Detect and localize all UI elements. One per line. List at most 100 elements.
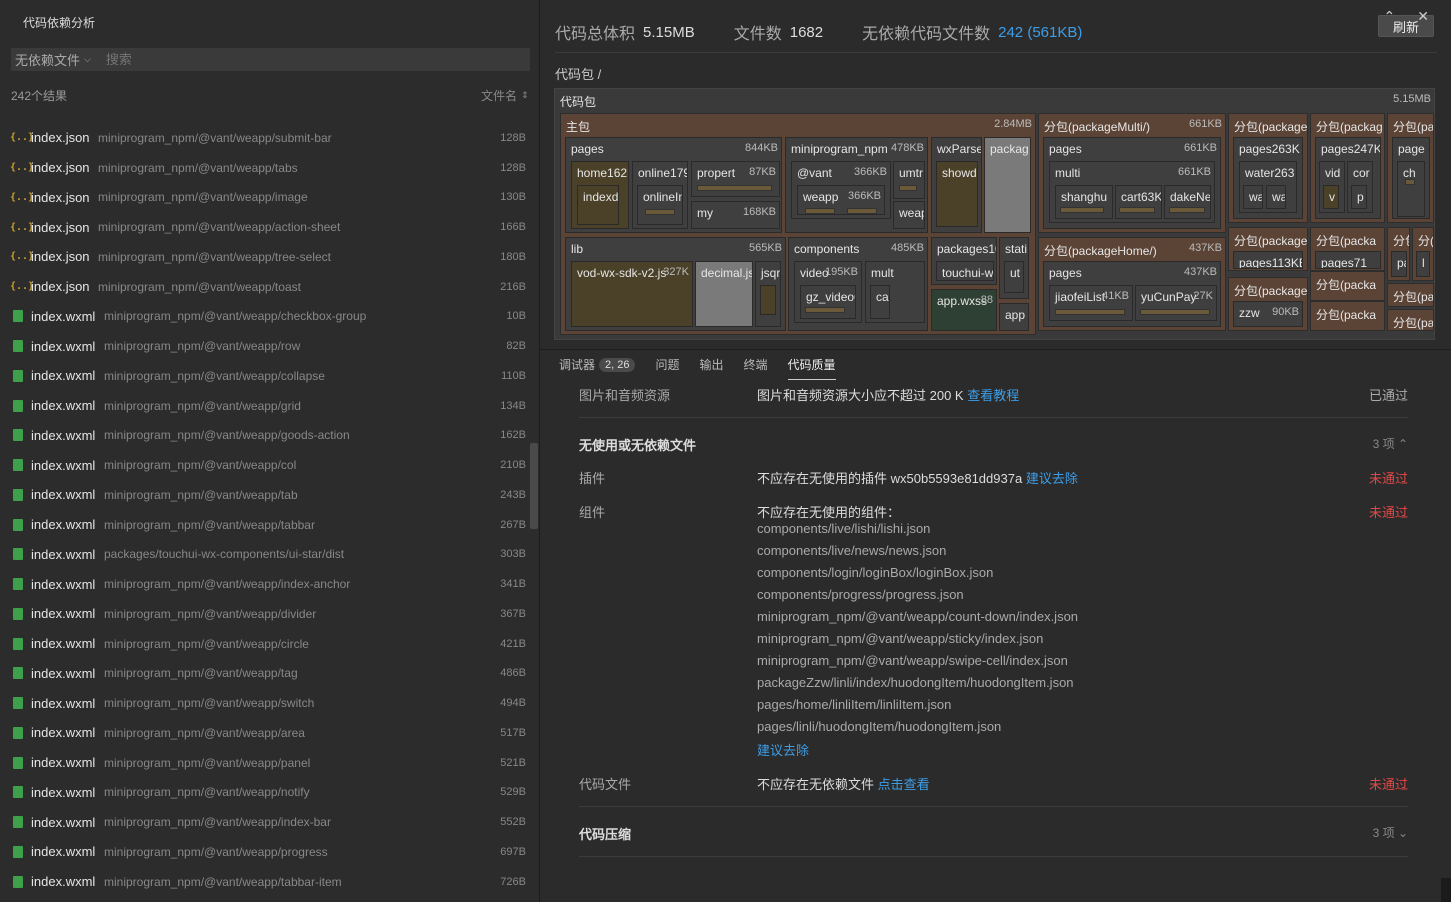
- treemap-node[interactable]: propert 87KB: [691, 161, 780, 197]
- treemap-node[interactable]: wa: [1243, 185, 1263, 209]
- file-row[interactable]: index.wxml miniprogram_npm/@vant/weapp/ta…: [0, 867, 530, 897]
- node-label: v: [1329, 190, 1335, 204]
- panel-title: 代码依赖分析: [23, 16, 96, 30]
- node-size: 88: [980, 294, 993, 306]
- scrollbar[interactable]: [530, 443, 538, 529]
- file-size: 267B: [500, 518, 526, 531]
- file-row[interactable]: {..} index.json miniprogram_npm/@vant/weap…: [0, 272, 530, 302]
- tab-code-quality[interactable]: 代码质量: [787, 356, 836, 380]
- section-unused[interactable]: 无使用或无依赖文件 3 项 ⌃: [579, 435, 1408, 454]
- treemap-node[interactable]: p: [1351, 185, 1367, 209]
- file-path: miniprogram_npm/@vant/weapp/collapse: [104, 368, 325, 383]
- treemap-node[interactable]: dakeNe: [1164, 185, 1211, 219]
- treemap-bar: [1169, 207, 1205, 213]
- treemap-node[interactable]: jiaofeiList 41KB: [1049, 285, 1133, 321]
- section-compress[interactable]: 代码压缩 3 项 ⌄: [579, 824, 1408, 843]
- treemap-node[interactable]: cart63K: [1115, 185, 1162, 219]
- file-row[interactable]: index.wxml miniprogram_npm/@vant/weapp/pr…: [0, 837, 530, 867]
- treemap-node[interactable]: pages71: [1315, 251, 1381, 269]
- file-row[interactable]: {..} index.json miniprogram_npm/@vant/weap…: [0, 212, 530, 242]
- treemap-node[interactable]: decimal.js: [695, 261, 753, 327]
- treemap-node[interactable]: ut: [1004, 261, 1024, 293]
- treemap-node[interactable]: yuCunPay 27K: [1135, 285, 1217, 321]
- tab-debugger[interactable]: 调试器 2, 26: [559, 356, 636, 373]
- file-row[interactable]: index.wxml miniprogram_npm/@vant/weapp/go…: [0, 421, 530, 451]
- file-name: index.wxml: [31, 695, 96, 711]
- treemap-node[interactable]: my 168KB: [691, 201, 780, 229]
- file-row[interactable]: {..} index.json miniprogram_npm/@vant/weap…: [0, 153, 530, 183]
- treemap-node[interactable]: vod-wx-sdk-v2.js 327K: [571, 261, 693, 327]
- close-icon[interactable]: ✕: [1417, 8, 1429, 25]
- file-path: miniprogram_npm/@vant/weapp/toast: [98, 279, 301, 294]
- treemap-node[interactable]: wa: [1266, 185, 1286, 209]
- file-row[interactable]: index.wxml miniprogram_npm/@vant/weapp/in…: [0, 569, 530, 599]
- remove-link[interactable]: 建议去除: [757, 740, 809, 759]
- chevron-up-icon[interactable]: ⌃: [1384, 8, 1396, 25]
- treemap-node[interactable]: ch: [1397, 161, 1425, 217]
- node-size: 565KB: [748, 242, 782, 254]
- file-row[interactable]: index.wxml miniprogram_npm/@vant/weapp/in…: [0, 807, 530, 837]
- file-row[interactable]: {..} index.json miniprogram_npm/@vant/weap…: [0, 242, 530, 272]
- file-row[interactable]: {..} index.json miniprogram_npm/@vant/weap…: [0, 123, 530, 153]
- filter-select[interactable]: 无依赖文件 ⌵: [11, 50, 96, 69]
- file-row[interactable]: index.wxml miniprogram_npm/@vant/weapp/di…: [0, 599, 530, 629]
- file-row[interactable]: index.wxml miniprogram_npm/@vant/weapp/sw…: [0, 688, 530, 718]
- treemap-node[interactable]: gz_video6: [800, 285, 856, 319]
- file-row[interactable]: index.wxml miniprogram_npm/@vant/weapp/gr…: [0, 391, 530, 421]
- component-path: pages/home/linliItem/linliItem.json: [757, 697, 952, 712]
- treemap-node[interactable]: pages113KB: [1233, 251, 1303, 269]
- file-row[interactable]: index.wxml miniprogram_npm/@vant/weapp/no…: [0, 778, 530, 808]
- file-row[interactable]: index.wxml miniprogram_npm/@vant/weapp/pa…: [0, 748, 530, 778]
- file-path: miniprogram_npm/@vant/weapp/goods-action: [104, 428, 350, 443]
- treemap-node[interactable]: umtr: [893, 161, 925, 199]
- file-row[interactable]: index.wxml miniprogram_npm/@vant/weapp/ch…: [0, 302, 530, 332]
- view-link[interactable]: 点击查看: [878, 777, 930, 792]
- treemap-node[interactable]: zzw 90KB: [1233, 301, 1303, 327]
- treemap-node[interactable]: 分包(pa: [1387, 283, 1434, 307]
- file-row[interactable]: {..} index.json miniprogram_npm/@vant/weap…: [0, 183, 530, 213]
- tab-problems[interactable]: 问题: [655, 356, 679, 373]
- treemap-node[interactable]: pa: [1391, 251, 1407, 277]
- treemap-node[interactable]: app: [999, 303, 1029, 331]
- file-row[interactable]: index.wxml miniprogram_npm/@vant/weapp/ar…: [0, 718, 530, 748]
- tutorial-link[interactable]: 查看教程: [967, 388, 1019, 403]
- node-label: packages10: [937, 242, 997, 256]
- sort-header[interactable]: 文件名 ⇕: [481, 87, 529, 104]
- file-row[interactable]: index.wxml miniprogram_npm/@vant/weapp/ci…: [0, 629, 530, 659]
- treemap-node[interactable]: indexde: [577, 185, 619, 225]
- file-row[interactable]: index.wxml miniprogram_npm/@vant/weapp/ta…: [0, 510, 530, 540]
- treemap-node[interactable]: touchui-w: [936, 261, 994, 281]
- treemap-node[interactable]: 分包(pa: [1387, 309, 1434, 331]
- treemap-node[interactable]: v: [1323, 185, 1339, 209]
- treemap-node[interactable]: 分包(packa: [1310, 301, 1385, 331]
- node-label: zzw: [1239, 306, 1260, 320]
- treemap-node[interactable]: l: [1416, 251, 1430, 277]
- file-row[interactable]: index.wxml miniprogram_npm/@vant/weapp/ta…: [0, 480, 530, 510]
- remove-link[interactable]: 建议去除: [1026, 471, 1078, 486]
- search-input[interactable]: [105, 52, 486, 67]
- file-row[interactable]: index.wxml miniprogram_npm/@vant/weapp/ro…: [0, 331, 530, 361]
- file-row[interactable]: index.wxml miniprogram_npm/@vant/weapp/ta…: [0, 659, 530, 689]
- tab-output[interactable]: 输出: [700, 356, 724, 373]
- wxml-file-icon: [13, 845, 23, 858]
- node-label: 分包(packageMulti/): [1044, 120, 1151, 134]
- node-size: 366KB: [853, 166, 887, 178]
- file-row[interactable]: index.wxml miniprogram_npm/@vant/weapp/co…: [0, 361, 530, 391]
- treemap-node[interactable]: ca: [870, 285, 890, 319]
- nodep-count-value[interactable]: 242 (561KB): [998, 24, 1082, 41]
- file-row[interactable]: index.wxml packages/touchui-wx-components…: [0, 540, 530, 570]
- treemap-node[interactable]: app.wxss 88: [931, 289, 997, 331]
- treemap-node[interactable]: onlineIn: [637, 185, 683, 225]
- treemap-node[interactable]: weap: [893, 201, 925, 229]
- tab-terminal[interactable]: 终端: [744, 356, 768, 373]
- resize-handle[interactable]: [1441, 878, 1451, 902]
- breadcrumb[interactable]: 代码包 /: [555, 64, 601, 83]
- treemap-node[interactable]: shanghu: [1055, 185, 1113, 219]
- file-size: 210B: [500, 459, 526, 472]
- node-label: packag: [990, 142, 1029, 156]
- file-row[interactable]: index.wxml miniprogram_npm/@vant/weapp/co…: [0, 450, 530, 480]
- treemap-node[interactable]: packag: [984, 137, 1031, 233]
- treemap-node[interactable]: showd: [936, 161, 978, 227]
- file-name: index.json: [31, 160, 90, 176]
- treemap-node[interactable]: 分包(packa: [1310, 271, 1385, 301]
